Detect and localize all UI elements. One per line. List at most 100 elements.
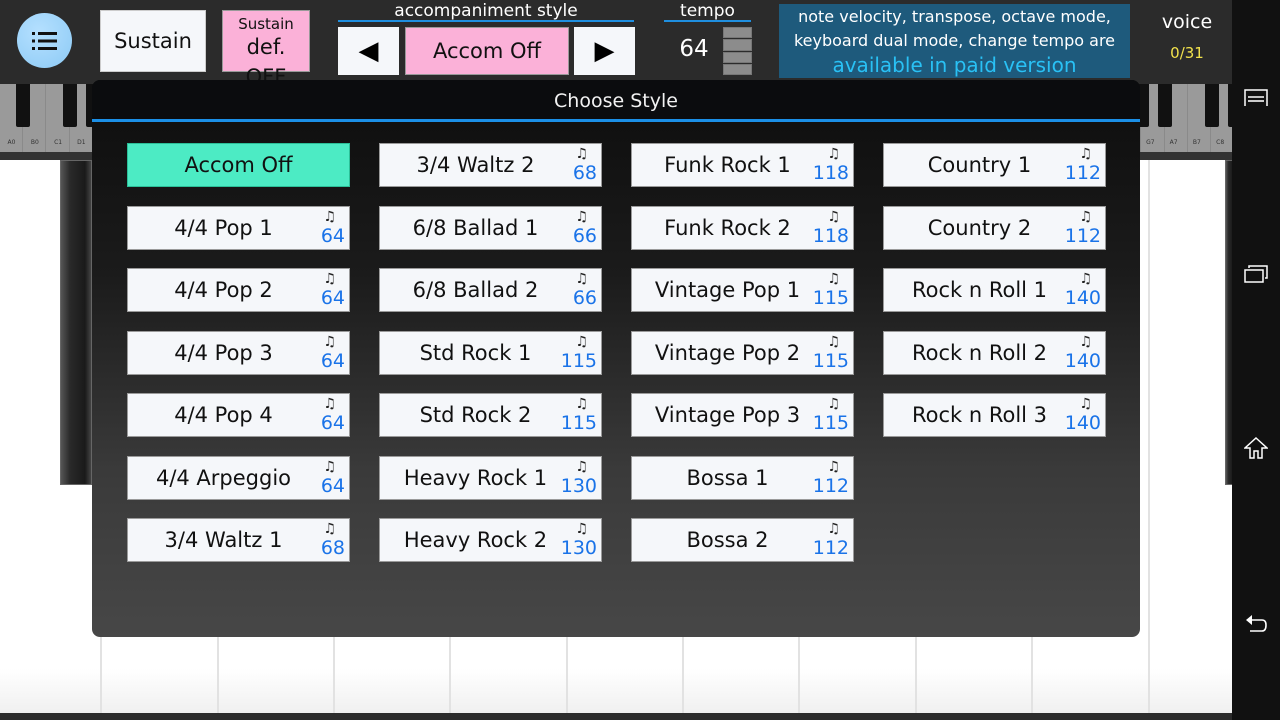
style-name: Std Rock 1: [419, 340, 532, 365]
style-option[interactable]: Vintage Pop 3 ♫ 115: [631, 393, 854, 437]
back-icon: [1246, 615, 1267, 632]
music-note-icon: ♫: [323, 208, 336, 225]
style-option[interactable]: 4/4 Pop 4 ♫ 64: [127, 393, 350, 437]
style-name: 6/8 Ballad 2: [412, 278, 539, 302]
mini-black-key[interactable]: [62, 84, 77, 127]
paid-notice-link[interactable]: available in paid version: [779, 53, 1130, 77]
music-note-icon: ♫: [323, 271, 336, 287]
style-option[interactable]: Funk Rock 2 ♫ 118: [631, 205, 854, 250]
next-style-button[interactable]: ▶: [574, 27, 635, 75]
style-name: Heavy Rock 1: [403, 465, 548, 490]
music-note-icon: ♫: [827, 521, 840, 537]
style-option[interactable]: Bossa 1 ♫ 112: [631, 455, 854, 500]
recent-apps-button[interactable]: [1232, 254, 1280, 294]
style-name: 6/8 Ballad 1: [412, 215, 539, 240]
paid-notice-line2: keyboard dual mode, change tempo are: [793, 31, 1116, 50]
mini-key-label: C1: [54, 139, 63, 146]
music-note-icon: ♫: [1079, 208, 1092, 225]
style-option[interactable]: 3/4 Waltz 2 ♫ 68: [379, 143, 602, 187]
style-option[interactable]: Funk Rock 1 ♫ 118: [631, 143, 854, 187]
style-option[interactable]: Vintage Pop 1 ♫ 115: [631, 268, 854, 312]
style-option[interactable]: Rock n Roll 1 ♫ 140: [883, 268, 1106, 312]
black-key[interactable]: [60, 160, 92, 485]
style-option[interactable]: Country 2 ♫ 112: [883, 205, 1106, 250]
style-option[interactable]: Std Rock 1 ♫ 115: [379, 330, 602, 375]
music-note-icon: ♫: [575, 333, 588, 350]
style-option[interactable]: Vintage Pop 2 ♫ 115: [631, 330, 854, 375]
music-note-icon: ♫: [1079, 271, 1092, 287]
music-note-icon: ♫: [827, 333, 840, 350]
style-name: 4/4 Pop 3: [174, 340, 273, 365]
style-option[interactable]: Country 1 ♫ 112: [883, 143, 1106, 187]
music-note-icon: ♫: [575, 521, 588, 537]
music-note-icon: ♫: [827, 396, 840, 412]
paid-version-notice[interactable]: note velocity, transpose, octave mode, k…: [779, 4, 1130, 78]
music-note-icon: ♫: [575, 458, 588, 475]
home-icon: [1244, 437, 1268, 459]
style-name: Vintage Pop 1: [654, 278, 801, 302]
tempo-value: 64: [679, 36, 709, 62]
style-name: Std Rock 2: [419, 403, 532, 427]
style-tempo: 112: [812, 537, 849, 559]
style-option[interactable]: 4/4 Arpeggio ♫ 64: [127, 455, 350, 500]
style-option[interactable]: Std Rock 2 ♫ 115: [379, 393, 602, 437]
style-tempo: 64: [320, 474, 345, 497]
tempo-bar: [723, 39, 752, 51]
empty-cell: [883, 518, 1106, 562]
style-option[interactable]: 6/8 Ballad 2 ♫ 66: [379, 268, 602, 312]
style-tempo: 118: [812, 224, 849, 247]
voice-label[interactable]: voice: [1152, 11, 1222, 33]
sustain-default-button[interactable]: Sustain def. OFF: [222, 10, 310, 89]
back-button[interactable]: [1232, 604, 1280, 644]
style-tempo: 140: [1064, 287, 1101, 309]
style-name: Vintage Pop 3: [654, 403, 801, 427]
mini-black-key[interactable]: [1158, 84, 1172, 127]
keyboard-bottom-strip: [0, 713, 1232, 720]
options-menu-button[interactable]: [1232, 78, 1280, 118]
voice-count: 0/31: [1170, 44, 1204, 62]
style-tempo: 64: [320, 224, 345, 247]
music-note-icon: ♫: [575, 146, 588, 162]
choose-style-dialog: Choose Style Accom Off 3/4 Waltz 2 ♫ 68 Funk…: [92, 80, 1140, 637]
style-name: 3/4 Waltz 2: [416, 153, 535, 177]
style-option[interactable]: 4/4 Pop 3 ♫ 64: [127, 330, 350, 375]
tempo-label: tempo: [664, 0, 751, 22]
tempo-bar: [723, 27, 752, 39]
style-name: Vintage Pop 2: [654, 340, 801, 365]
style-option[interactable]: 6/8 Ballad 1 ♫ 66: [379, 205, 602, 250]
style-tempo: 68: [572, 162, 597, 184]
style-option[interactable]: Rock n Roll 2 ♫ 140: [883, 330, 1106, 375]
music-note-icon: ♫: [827, 208, 840, 225]
style-option[interactable]: Rock n Roll 3 ♫ 140: [883, 393, 1106, 437]
style-option[interactable]: 4/4 Pop 2 ♫ 64: [127, 268, 350, 312]
music-note-icon: ♫: [323, 521, 336, 537]
menu-icon: [1244, 89, 1268, 106]
tempo-bar: [723, 51, 752, 63]
mini-black-key[interactable]: [1204, 84, 1219, 127]
menu-button[interactable]: [17, 13, 72, 68]
music-note-icon: ♫: [575, 208, 588, 225]
style-tempo: 64: [320, 287, 345, 309]
style-name: Rock n Roll 3: [911, 403, 1048, 427]
style-name: Funk Rock 2: [664, 215, 791, 240]
style-option[interactable]: 4/4 Pop 1 ♫ 64: [127, 205, 350, 250]
top-toolbar: Sustain Sustain def. OFF accompaniment s…: [0, 0, 1232, 89]
recent-apps-icon: [1244, 265, 1268, 283]
style-tempo: 112: [1064, 224, 1101, 247]
style-name: Heavy Rock 2: [403, 528, 548, 552]
home-button[interactable]: [1232, 428, 1280, 468]
style-option[interactable]: 3/4 Waltz 1 ♫ 68: [127, 518, 350, 562]
tempo-indicator[interactable]: [723, 27, 752, 75]
style-option[interactable]: Bossa 2 ♫ 112: [631, 518, 854, 562]
style-option[interactable]: Heavy Rock 1 ♫ 130: [379, 455, 602, 500]
mini-black-key[interactable]: [16, 84, 31, 127]
sustain-button[interactable]: Sustain: [100, 10, 206, 72]
previous-style-button[interactable]: ◀: [338, 27, 399, 75]
style-option[interactable]: Heavy Rock 2 ♫ 130: [379, 518, 602, 562]
music-note-icon: ♫: [1079, 333, 1092, 350]
current-style-button[interactable]: Accom Off: [405, 27, 569, 75]
style-option[interactable]: Accom Off: [127, 143, 350, 187]
style-tempo: 115: [812, 287, 849, 309]
paid-notice-line1: note velocity, transpose, octave mode,: [798, 7, 1111, 26]
style-grid: Accom Off 3/4 Waltz 2 ♫ 68 Funk Rock 1 ♫ 118 Co…: [127, 143, 1106, 562]
